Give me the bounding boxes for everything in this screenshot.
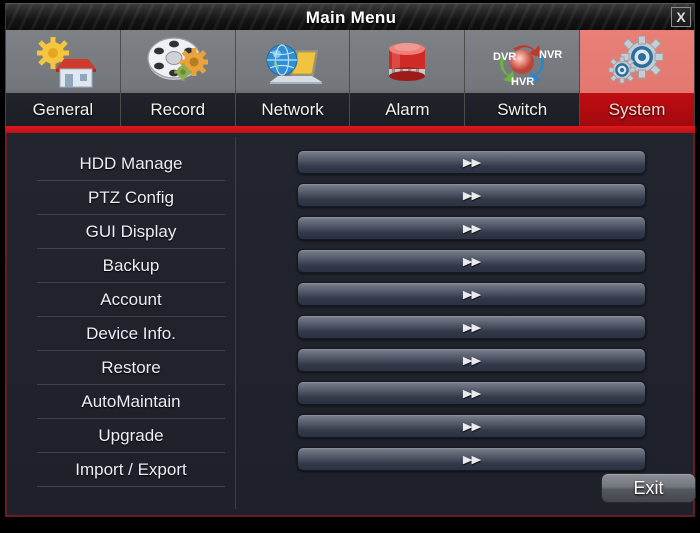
double-arrow-icon: ▶▶ xyxy=(462,420,481,433)
tab-switch[interactable]: DVR NVR HVR Switch xyxy=(465,30,581,126)
main-menu-window: Main Menu X General Record Network Alarm… xyxy=(0,0,700,533)
menu-item-automaintain[interactable]: AutoMaintain xyxy=(37,385,225,419)
exit-button[interactable]: Exit xyxy=(601,473,696,503)
goto-button-hdd-manage[interactable]: ▶▶ xyxy=(297,150,646,174)
double-arrow-icon: ▶▶ xyxy=(462,387,481,400)
goto-button-upgrade[interactable]: ▶▶ xyxy=(297,414,646,438)
switch-icon-label-hvr: HVR xyxy=(511,76,534,88)
double-arrow-icon: ▶▶ xyxy=(462,189,481,202)
menu-button-column: ▶▶ ▶▶ ▶▶ ▶▶ ▶▶ ▶▶ ▶▶ ▶▶ ▶▶ ▶▶ xyxy=(297,150,647,480)
tab-label: Alarm xyxy=(350,93,465,126)
goto-button-device-info[interactable]: ▶▶ xyxy=(297,315,646,339)
double-arrow-icon: ▶▶ xyxy=(462,222,481,235)
window-title: Main Menu xyxy=(305,8,397,27)
double-arrow-icon: ▶▶ xyxy=(462,321,481,334)
double-arrow-icon: ▶▶ xyxy=(462,288,481,301)
goto-button-ptz-config[interactable]: ▶▶ xyxy=(297,183,646,207)
menu-item-import-export[interactable]: Import / Export xyxy=(37,453,225,487)
goto-button-automaintain[interactable]: ▶▶ xyxy=(297,381,646,405)
menu-item-gui-display[interactable]: GUI Display xyxy=(37,215,225,249)
double-arrow-icon: ▶▶ xyxy=(462,156,481,169)
dvr-nvr-hvr-cycle-icon: DVR NVR HVR xyxy=(465,30,579,93)
siren-beacon-icon xyxy=(350,30,464,93)
tab-record[interactable]: Record xyxy=(120,30,236,126)
double-arrow-icon: ▶▶ xyxy=(462,255,481,268)
gears-icon xyxy=(580,30,694,93)
tab-label: Network xyxy=(235,93,350,126)
content-panel: HDD Manage PTZ Config GUI Display Backup… xyxy=(5,133,696,517)
tab-label: Record xyxy=(120,93,235,126)
double-arrow-icon: ▶▶ xyxy=(462,453,481,466)
switch-icon-label-dvr: DVR xyxy=(493,51,516,63)
double-arrow-icon: ▶▶ xyxy=(462,354,481,367)
tab-alarm[interactable]: Alarm xyxy=(350,30,466,126)
film-reel-gear-icon xyxy=(121,30,235,93)
goto-button-gui-display[interactable]: ▶▶ xyxy=(297,216,646,240)
tab-network[interactable]: Network xyxy=(235,30,351,126)
column-divider xyxy=(235,137,236,509)
house-gear-icon xyxy=(6,30,120,93)
goto-button-backup[interactable]: ▶▶ xyxy=(297,249,646,273)
title-bar: Main Menu X xyxy=(5,3,695,30)
tab-system[interactable]: System xyxy=(580,30,694,126)
goto-button-restore[interactable]: ▶▶ xyxy=(297,348,646,372)
tab-label: Switch xyxy=(465,93,580,126)
globe-laptop-icon xyxy=(236,30,350,93)
switch-icon-label-nvr: NVR xyxy=(539,49,562,61)
goto-button-import-export[interactable]: ▶▶ xyxy=(297,447,646,471)
menu-item-device-info[interactable]: Device Info. xyxy=(37,317,225,351)
tab-label: System xyxy=(580,93,694,126)
tab-strip: General Record Network Alarm DVR NVR HVR… xyxy=(5,30,695,128)
tab-label: General xyxy=(6,93,120,126)
tab-general[interactable]: General xyxy=(6,30,121,126)
menu-item-backup[interactable]: Backup xyxy=(37,249,225,283)
menu-item-restore[interactable]: Restore xyxy=(37,351,225,385)
menu-label-column: HDD Manage PTZ Config GUI Display Backup… xyxy=(37,147,225,487)
menu-item-ptz-config[interactable]: PTZ Config xyxy=(37,181,225,215)
active-tab-underline xyxy=(5,126,695,133)
menu-item-hdd-manage[interactable]: HDD Manage xyxy=(37,147,225,181)
close-icon[interactable]: X xyxy=(671,7,691,27)
panel-inner: HDD Manage PTZ Config GUI Display Backup… xyxy=(7,133,696,515)
goto-button-account[interactable]: ▶▶ xyxy=(297,282,646,306)
menu-item-upgrade[interactable]: Upgrade xyxy=(37,419,225,453)
menu-item-account[interactable]: Account xyxy=(37,283,225,317)
